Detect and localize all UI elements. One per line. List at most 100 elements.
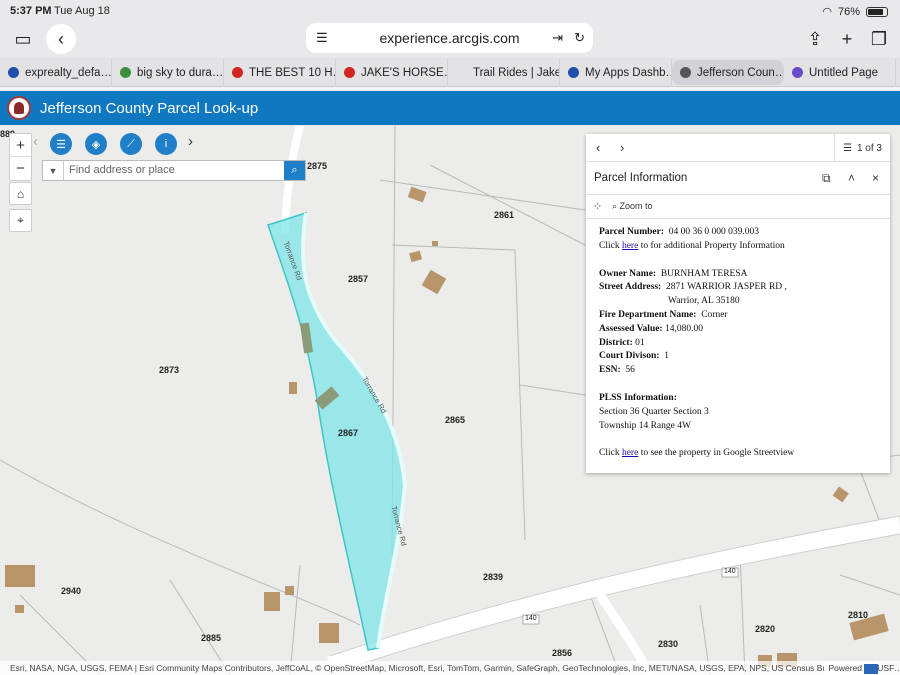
home-button[interactable]: ⌂ — [9, 182, 32, 205]
popup-actions: ⁘ ⌕ Zoom to — [586, 195, 890, 219]
tab-label: My Apps Dashb… — [585, 66, 672, 79]
tab-favicon-icon — [344, 67, 355, 78]
zoom-out-button[interactable]: − — [10, 157, 31, 180]
zoom-control: + − — [9, 133, 32, 181]
parcel-label: 2875 — [307, 161, 328, 171]
status-date: Tue Aug 18 — [54, 5, 110, 17]
tab-favicon-icon — [792, 67, 803, 78]
browser-tab[interactable]: Jefferson Coun… — [672, 60, 784, 85]
tab-label: Trail Rides | Jake… — [473, 66, 559, 79]
court-value: 1 — [664, 351, 669, 362]
streetview-link[interactable]: here — [622, 448, 638, 458]
browser-tab[interactable]: big sky to dura… — [112, 58, 224, 87]
esn-value: 56 — [625, 365, 635, 376]
property-info-link[interactable]: here — [622, 241, 638, 251]
list-icon: ☰ — [843, 142, 852, 154]
parcel-label: 2820 — [755, 624, 776, 634]
parcel-label: 2940 — [61, 586, 82, 596]
popup-next-button[interactable]: › — [620, 140, 624, 155]
status-indicators: ◠ 76% — [822, 5, 888, 18]
map-attribution[interactable]: Esri, NASA, NGA, USGS, FEMA | Esri Commu… — [0, 661, 900, 675]
measure-button[interactable]: ⟋ — [120, 133, 142, 155]
layers-icon: ◈ — [91, 138, 101, 151]
browser-tab[interactable]: THE BEST 10 H… — [224, 58, 336, 87]
zoom-to-button[interactable]: ⌕ Zoom to — [612, 201, 653, 212]
street-address: 2871 WARRIOR JASPER RD , — [665, 282, 787, 293]
toolbar-next-chevron-icon[interactable]: › — [188, 133, 193, 150]
search-source-dropdown[interactable]: ▼ — [43, 161, 64, 180]
browser-tab[interactable]: exprealty_defa… — [0, 58, 112, 87]
dock-icon[interactable]: ⧉ — [822, 171, 831, 186]
reload-icon[interactable]: ↻ — [574, 30, 585, 46]
feature-count: 1 of 3 — [856, 142, 882, 154]
zoom-in-button[interactable]: + — [10, 134, 31, 157]
search-input[interactable]: Find address or place — [64, 161, 284, 180]
street-label: Street Address: — [599, 282, 662, 293]
tab-favicon-icon — [8, 67, 19, 78]
close-icon[interactable]: × — [872, 171, 879, 185]
plss-label: PLSS Information: — [599, 392, 677, 403]
road-label-140-1: 140 — [525, 615, 537, 622]
parcel-label: 2861 — [494, 210, 515, 220]
parcel-number-label: Parcel Number: — [599, 227, 664, 237]
layers-button[interactable]: ◈ — [85, 133, 107, 155]
tab-label: big sky to dura… — [137, 66, 224, 79]
esn-label: ESN: — [599, 365, 621, 376]
search-icon: ⌕ — [291, 164, 298, 176]
home-icon: ⌂ — [16, 186, 25, 201]
browser-tab[interactable]: Trail Rides | Jake… — [448, 58, 560, 87]
tab-label: exprealty_defa… — [25, 66, 112, 79]
feature-count-button[interactable]: ☰ 1 of 3 — [834, 134, 890, 162]
url-text: experience.arcgis.com — [379, 30, 520, 46]
search-widget: ▼ Find address or place ⌕ — [42, 160, 306, 181]
parcel-label: 2873 — [159, 365, 180, 375]
status-time: 5:37 PM — [10, 5, 52, 17]
tab-favicon-icon — [120, 67, 131, 78]
address-bar[interactable]: ☰ experience.arcgis.com ⇥ ↻ — [306, 23, 593, 53]
parcel-number: 04 00 36 0 000 039.003 — [668, 227, 759, 237]
tab-label: JAKE'S HORSE… — [361, 66, 448, 79]
powered-by[interactable]: Powered — [824, 661, 878, 675]
new-tab-icon[interactable]: + — [832, 24, 862, 54]
assessed-label: Assessed Value: — [599, 323, 663, 334]
search-button[interactable]: ⌕ — [284, 161, 305, 180]
browser-tab[interactable]: Untitled Page — [784, 58, 896, 87]
tab-label: THE BEST 10 H… — [249, 66, 336, 79]
actions-menu-icon[interactable]: ⁘ — [593, 200, 602, 213]
page-menu-icon[interactable]: ☰ — [316, 30, 328, 46]
fire-dept: Corner — [701, 309, 728, 320]
popup-title: Parcel Information — [594, 172, 688, 184]
app-header: Jefferson County Parcel Look-up — [0, 91, 900, 125]
parcel-label: 2810 — [848, 610, 869, 620]
tabs-overview-icon[interactable]: ❐ — [864, 24, 894, 54]
fire-dept-label: Fire Department Name: — [599, 309, 697, 320]
popup-content: Parcel Number: 04 00 36 0 000 039.003 Cl… — [586, 219, 890, 468]
zoom-to-label: Zoom to — [619, 201, 653, 211]
parcel-label: 2856 — [552, 648, 573, 658]
parcel-label: 2885 — [201, 633, 222, 643]
app-title: Jefferson County Parcel Look-up — [40, 99, 259, 117]
legend-button[interactable]: ☰ — [50, 133, 72, 155]
browser-tab[interactable]: JAKE'S HORSE… — [336, 58, 448, 87]
reader-icon[interactable]: ⇥ — [552, 30, 563, 46]
tab-strip: exprealty_defa… big sky to dura… THE BEST … — [0, 58, 900, 87]
popup-prev-button[interactable]: ‹ — [596, 140, 600, 155]
collapse-icon[interactable]: ˄ — [848, 171, 855, 185]
owner-name: BURNHAM TERESA — [660, 268, 748, 279]
toolbar-prev-chevron-icon[interactable]: ‹ — [33, 133, 38, 150]
info-button[interactable]: i — [155, 133, 177, 155]
popup-header: Parcel Information ⧉ ˄ × — [586, 162, 890, 195]
measure-icon: ⟋ — [127, 137, 135, 150]
sidebar-icon[interactable]: ▭ — [8, 24, 38, 54]
browser-toolbar: ▭ ‹ ☰ experience.arcgis.com ⇥ ↻ ⇪ + ❐ — [0, 22, 900, 58]
browser-tab[interactable]: My Apps Dashb… — [560, 58, 672, 87]
back-button[interactable]: ‹ — [46, 24, 76, 54]
county-seal-logo — [7, 96, 31, 120]
battery-percent: 76% — [837, 5, 860, 18]
click2-post: to see the property in Google Streetview — [638, 448, 795, 459]
locate-button[interactable]: ⌖ — [9, 209, 32, 232]
assessed-value: 14,080.00 — [665, 323, 703, 334]
tab-favicon-icon — [232, 67, 243, 78]
city-state-zip: Warrior, AL 35180 — [668, 296, 740, 307]
share-icon[interactable]: ⇪ — [800, 24, 830, 54]
